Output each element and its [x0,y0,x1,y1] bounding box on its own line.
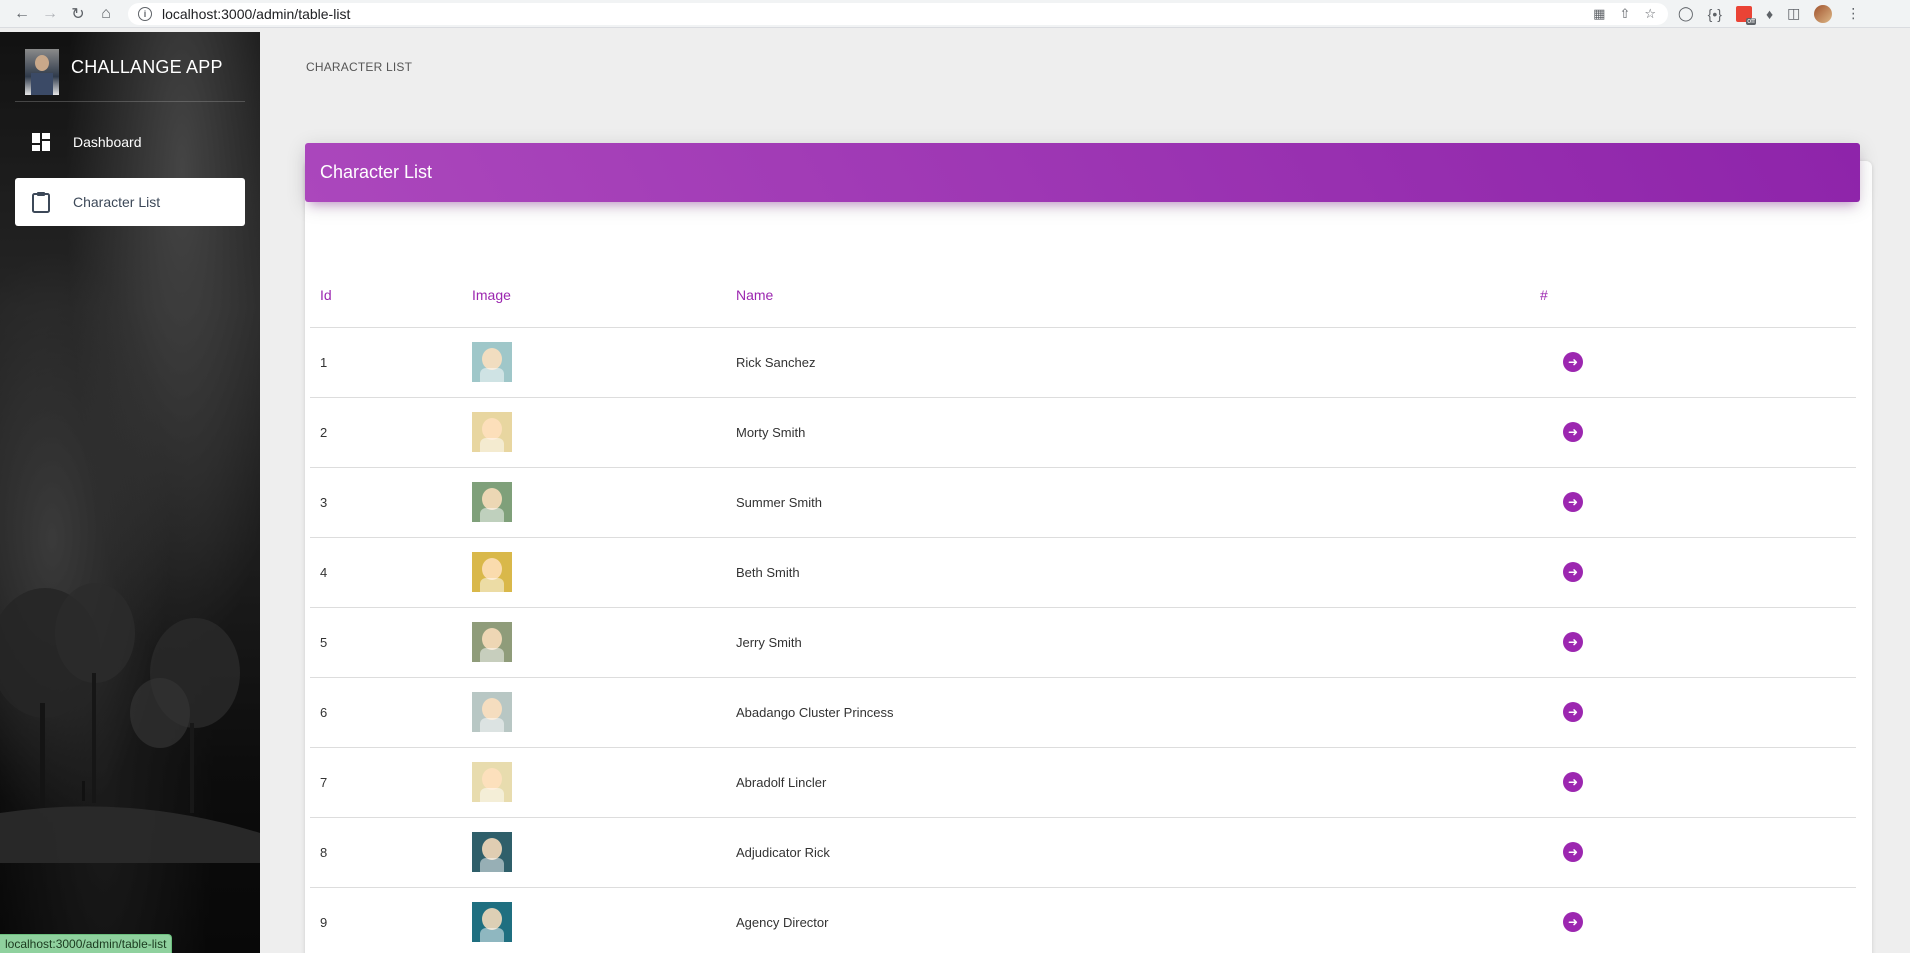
character-thumbnail [472,552,512,592]
character-table: Id Image Name # 1 Rick Sanchez ➜ 2 Morty… [310,263,1856,953]
row-name: Rick Sanchez [726,327,1530,398]
sidebar-item-dashboard[interactable]: Dashboard [15,118,245,166]
character-thumbnail [472,342,512,382]
character-thumbnail [472,902,512,942]
page-title: CHARACTER LIST [306,60,413,74]
arrow-right-icon: ➜ [1567,705,1579,719]
table-row: 1 Rick Sanchez ➜ [310,327,1856,398]
row-id: 7 [310,747,462,818]
row-name: Morty Smith [726,397,1530,468]
extension-red-icon[interactable]: off [1735,5,1756,25]
row-name: Abadango Cluster Princess [726,677,1530,748]
row-id: 3 [310,467,462,538]
address-bar[interactable]: i localhost:3000/admin/table-list ▦ ⇧ ☆ [128,2,1668,25]
arrow-right-icon: ➜ [1567,355,1579,369]
character-thumbnail [472,832,512,872]
row-name: Agency Director [726,887,1530,953]
sidebar-background-trees [0,583,260,863]
brand-avatar [25,48,59,95]
extension-circle-icon[interactable]: ◯ [1678,5,1694,22]
brand-title: CHALLANGE APP [71,57,223,77]
sidebar-item-label: Dashboard [73,134,142,150]
row-id: 4 [310,537,462,608]
view-details-button[interactable]: ➜ [1563,772,1583,792]
arrow-right-icon: ➜ [1567,845,1579,859]
row-name: Summer Smith [726,467,1530,538]
column-header-id: Id [310,263,462,328]
character-thumbnail [472,762,512,802]
bookmark-star-icon[interactable]: ☆ [1644,6,1656,22]
row-name: Adjudicator Rick [726,817,1530,888]
arrow-right-icon: ➜ [1567,495,1579,509]
row-id: 6 [310,677,462,748]
translate-icon[interactable]: ▦ [1593,6,1605,22]
status-bar-url: localhost:3000/admin/table-list [0,934,173,953]
view-details-button[interactable]: ➜ [1563,632,1583,652]
sidepanel-icon[interactable]: ◫ [1787,5,1800,22]
column-header-name: Name [726,263,1530,328]
character-thumbnail [472,412,512,452]
arrow-right-icon: ➜ [1567,635,1579,649]
view-details-button[interactable]: ➜ [1563,912,1583,932]
row-id: 5 [310,607,462,678]
row-id: 1 [310,327,462,398]
share-icon[interactable]: ⇧ [1619,6,1630,22]
arrow-right-icon: ➜ [1567,775,1579,789]
site-info-icon[interactable]: i [138,6,152,21]
table-row: 5 Jerry Smith ➜ [310,607,1856,678]
sidebar-item-character-list[interactable]: Character List [15,178,245,226]
arrow-right-icon: ➜ [1567,915,1579,929]
sidebar-item-label: Character List [73,194,161,210]
row-id: 8 [310,817,462,888]
main-content: CHARACTER LIST Character List Id Image N… [260,32,1910,953]
table-row: 3 Summer Smith ➜ [310,467,1856,538]
row-id: 9 [310,887,462,953]
arrow-right-icon: ➜ [1567,425,1579,439]
view-details-button[interactable]: ➜ [1563,702,1583,722]
card-header: Character List [305,143,1860,202]
kebab-menu-icon[interactable]: ⋮ [1846,5,1860,22]
profile-avatar[interactable] [1814,4,1833,23]
table-row: 2 Morty Smith ➜ [310,397,1856,468]
brand[interactable]: CHALLANGE APP [15,32,245,102]
clipboard-icon [29,190,53,214]
card-title: Character List [320,162,433,182]
dashboard-icon [29,130,53,154]
table-row: 8 Adjudicator Rick ➜ [310,817,1856,888]
extension-brackets-icon[interactable]: {•} [1708,6,1722,22]
row-name: Abradolf Lincler [726,747,1530,818]
row-id: 2 [310,397,462,468]
arrow-right-icon: ➜ [1567,565,1579,579]
forward-arrow-icon[interactable]: → [36,0,64,28]
row-name: Beth Smith [726,537,1530,608]
table-row: 6 Abadango Cluster Princess ➜ [310,677,1856,748]
character-thumbnail [472,692,512,732]
puzzle-icon[interactable]: ♦ [1766,6,1773,22]
character-thumbnail [472,482,512,522]
character-thumbnail [472,622,512,662]
reload-icon[interactable]: ↻ [64,0,92,28]
view-details-button[interactable]: ➜ [1563,842,1583,862]
sidebar-menu: Dashboard Character List [0,118,260,226]
view-details-button[interactable]: ➜ [1563,352,1583,372]
table-row: 7 Abradolf Lincler ➜ [310,747,1856,818]
home-icon[interactable]: ⌂ [92,0,120,28]
column-header-action: # [1530,263,1856,328]
column-header-image: Image [462,263,726,328]
address-url: localhost:3000/admin/table-list [162,5,351,22]
row-name: Jerry Smith [726,607,1530,678]
table-header-row: Id Image Name # [310,263,1856,328]
table-row: 4 Beth Smith ➜ [310,537,1856,608]
browser-toolbar: ← → ↻ ⌂ i localhost:3000/admin/table-lis… [0,0,1910,28]
back-arrow-icon[interactable]: ← [8,0,36,28]
view-details-button[interactable]: ➜ [1563,562,1583,582]
view-details-button[interactable]: ➜ [1563,422,1583,442]
extension-off-badge: off [1746,17,1756,25]
view-details-button[interactable]: ➜ [1563,492,1583,512]
table-row: 9 Agency Director ➜ [310,887,1856,953]
sidebar: CHALLANGE APP Dashboard Character List l… [0,32,260,953]
